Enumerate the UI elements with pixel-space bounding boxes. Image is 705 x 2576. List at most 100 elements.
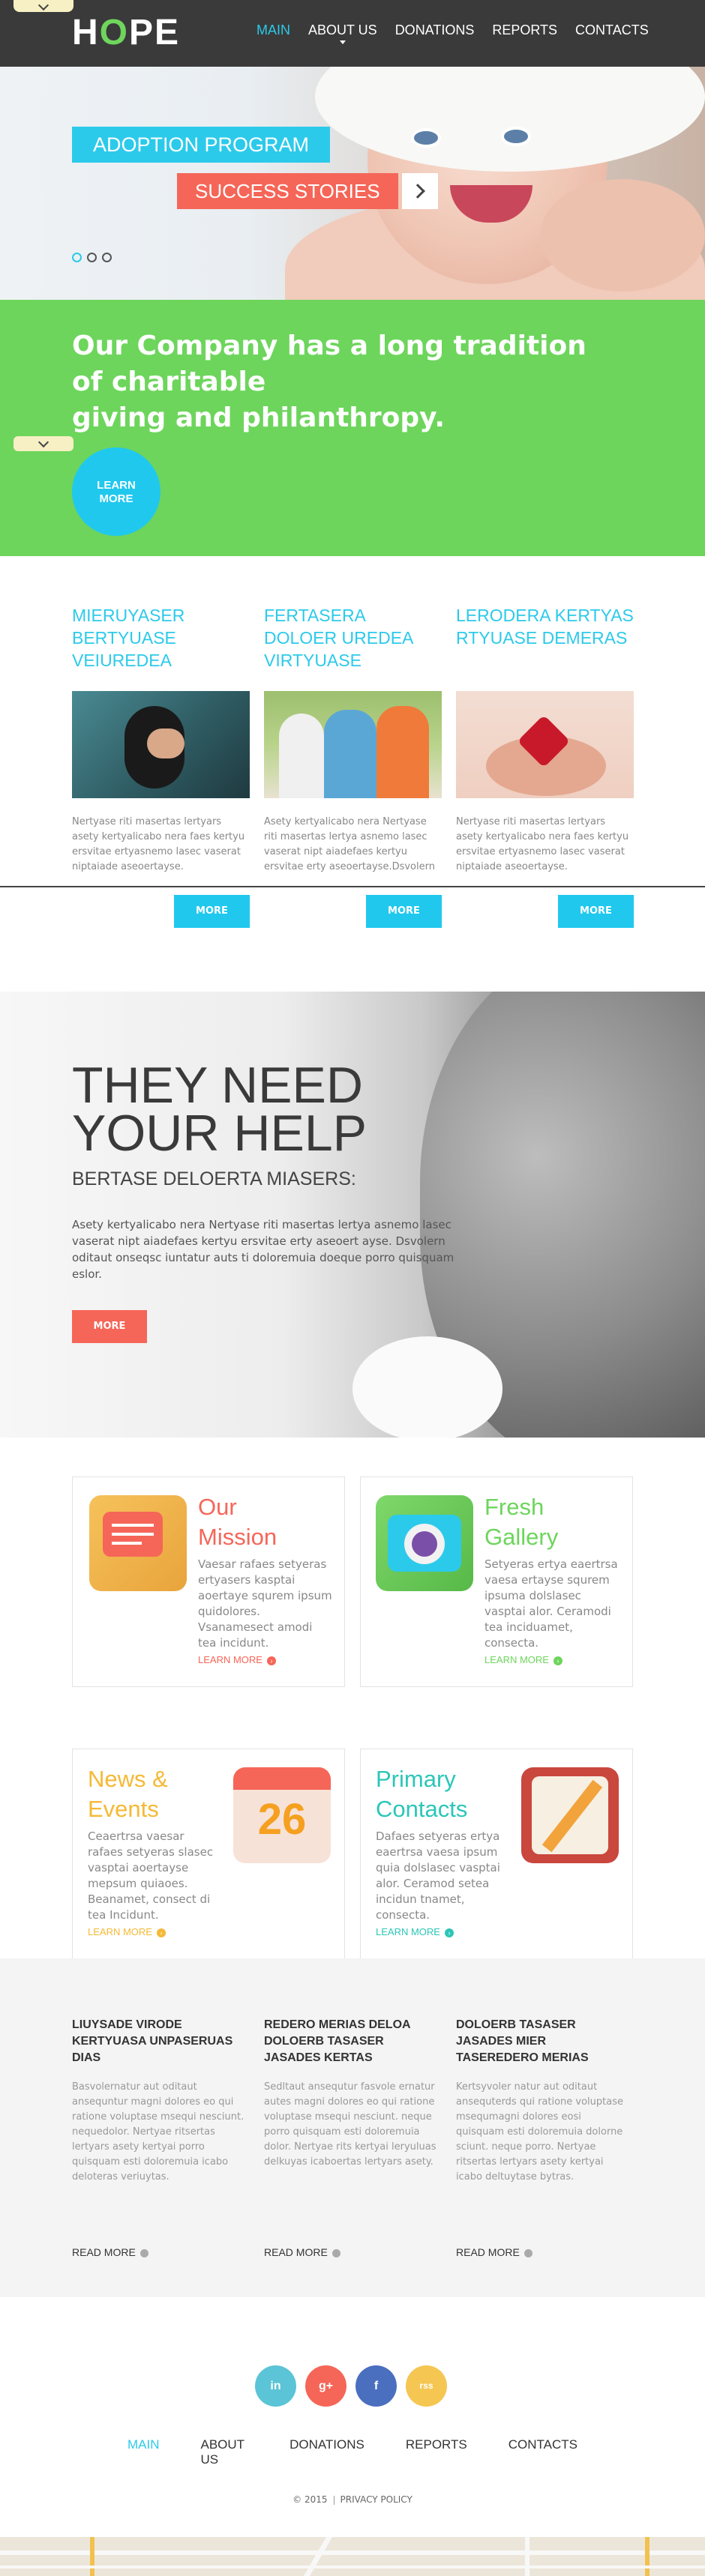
slider-dot-3[interactable] [102,253,112,262]
image-person [279,714,324,798]
map-road [0,2566,705,2569]
hero-image-eye [501,127,531,146]
news-item-1: LIUYSADE VIRODE KERTYUASA UNPASERUAS DIA… [72,2017,244,2258]
box-title[interactable]: Primary Contacts [376,1764,467,1824]
read-more-link[interactable]: READ MORE [264,2246,436,2258]
linkedin-icon[interactable]: in [255,2365,296,2407]
help-section: THEY NEED YOUR HELP BERTASE DELOERTA MIAS… [0,992,705,1438]
feature-column-2: FERTASERA DOLOER UREDEA VIRTYUASE Asety … [264,604,442,928]
slider-dot-1[interactable] [72,253,82,262]
main-nav: MAIN ABOUT US DONATIONS REPORTS CONTACTS [256,22,649,44]
box-title-line: Fresh [484,1494,544,1520]
box-title-line: Events [88,1796,159,1822]
nav-reports[interactable]: REPORTS [492,22,557,38]
footer-nav-reports[interactable]: REPORTS [406,2437,467,2467]
google-plus-icon[interactable]: g+ [305,2365,346,2407]
footer-nav-contacts[interactable]: CONTACTS [508,2437,578,2467]
calendar-icon: 26 [233,1767,331,1863]
box-text: Ceaertrsa vaesar rafaes setyeras slasec … [88,1830,214,1922]
box-title[interactable]: Our Mission [198,1492,277,1552]
hero-subtitle[interactable]: SUCCESS STORIES [177,173,398,209]
more-button[interactable]: MORE [558,895,634,928]
nav-donations[interactable]: DONATIONS [395,22,475,38]
feature-image-heart-hands [456,691,634,798]
site-header: HOPE MAIN ABOUT US DONATIONS REPORTS CON… [0,0,705,67]
image-person [324,710,376,798]
circle-arrow-icon [140,2248,148,2257]
read-more-link[interactable]: READ MORE [456,2246,628,2258]
read-more-link[interactable]: READ MORE [72,2246,244,2258]
panel-toggle-tab[interactable] [14,0,74,12]
help-more-button[interactable]: MORE [72,1310,147,1343]
feature-text: Nertyase riti masertas lertyars asety ke… [72,816,245,872]
arrow-right-icon: › [553,1656,562,1665]
bubble-line [112,1524,154,1527]
box-title[interactable]: Fresh Gallery [484,1492,558,1552]
gallery-box: Fresh Gallery Setyeras ertya eaertrsa vae… [360,1476,633,1687]
learn-more-button[interactable]: LEARN MORE [72,447,160,536]
rss-icon[interactable]: rss [406,2365,447,2407]
learn-more-link[interactable]: LEARN MORE › [376,1926,454,1937]
news-title[interactable]: REDERO MERIAS DELOA DOLOERB TASASER JASA… [264,2017,436,2080]
caret-down-icon [339,40,346,44]
news-title[interactable]: LIUYSADE VIRODE KERTYUASA UNPASERUAS DIA… [72,2017,244,2080]
read-more-label: READ MORE [456,2246,520,2258]
learn-more-label: LEARN MORE [198,1654,262,1665]
nav-about-us-label: ABOUT US [308,22,377,37]
news-text: Kertsyvoler natur aut oditaut ansequterd… [456,2081,623,2183]
collapse-tab[interactable] [14,436,74,451]
intro-text-line: giving and philanthropy. [72,402,446,433]
feature-column-3: LERODERA KERTYAS RTYUASE DEMERAS Nertyas… [456,604,634,928]
feature-title[interactable]: LERODERA KERTYAS RTYUASE DEMERAS [456,604,634,673]
more-button[interactable]: MORE [174,895,250,928]
more-button[interactable]: MORE [366,895,442,928]
read-more-label: READ MORE [264,2246,328,2258]
feature-title[interactable]: MIERUYASER BERTYUASE VEIUREDEA [72,604,250,673]
privacy-policy-link[interactable]: PRIVACY POLICY [340,2494,412,2505]
logo-letters: PE [129,13,181,52]
box-title[interactable]: News & Events [88,1764,168,1824]
camera-icon [376,1495,473,1591]
feature-title[interactable]: FERTASERA DOLOER UREDEA VIRTYUASE [264,604,442,673]
news-item-3: DOLOERB TASASER JASADES MIER TASEREDERO … [456,2017,628,2258]
footer-nav-about-us[interactable]: ABOUT US [201,2437,249,2467]
news-title[interactable]: DOLOERB TASASER JASADES MIER TASEREDERO … [456,2017,628,2080]
nav-contacts[interactable]: CONTACTS [575,22,649,38]
feature-image-sad-girl [72,691,250,798]
location-map[interactable] [0,2537,705,2576]
news-text: Sedltaut ansequtur fasvole ernatur autes… [264,2081,436,2168]
learn-more-label: LEARN MORE [376,1926,440,1937]
circle-arrow-icon [524,2248,532,2257]
divider [0,886,705,887]
camera-lens [412,1531,437,1557]
box-text: Vaesar rafaes setyeras ertyasers kasptai… [198,1557,332,1650]
intro-text: Our Company has a long tradition of char… [72,328,597,436]
image-person [376,706,429,798]
news-item-2: REDERO MERIAS DELOA DOLOERB TASASER JASA… [264,2017,436,2258]
nav-main[interactable]: MAIN [256,22,290,38]
footer-nav-main[interactable]: MAIN [128,2437,160,2467]
footer-nav-donations[interactable]: DONATIONS [290,2437,364,2467]
box-title-line: News & [88,1766,168,1792]
contacts-box: Primary Contacts Dafaes setyeras ertya ea… [360,1749,633,1959]
learn-more-link[interactable]: LEARN MORE › [484,1654,562,1665]
chevron-right-icon[interactable] [402,173,438,209]
calendar-day: 26 [257,1795,307,1844]
chat-bubble-icon [89,1495,187,1591]
nav-about-us[interactable]: ABOUT US [308,22,377,44]
facebook-icon[interactable]: f [356,2365,397,2407]
box-title-line: Gallery [484,1524,559,1550]
news-section: LIUYSADE VIRODE KERTYUASA UNPASERUAS DIA… [0,1958,705,2297]
bubble-line [112,1533,154,1536]
arrow-right-icon: › [156,1928,166,1937]
calendar-header [233,1767,331,1790]
learn-more-link[interactable]: LEARN MORE › [198,1654,276,1665]
slider-dot-2[interactable] [87,253,97,262]
learn-more-link[interactable]: LEARN MORE › [88,1926,166,1937]
site-logo[interactable]: HOPE [72,10,180,55]
map-road [525,2537,530,2576]
help-title-line: YOUR HELP [72,1105,367,1162]
intro-text-line: Our Company has a long tradition of char… [72,331,586,397]
box-title-line: Mission [198,1524,278,1550]
help-text: Asety kertyalicabo nera Nertyase riti ma… [72,1218,454,1281]
